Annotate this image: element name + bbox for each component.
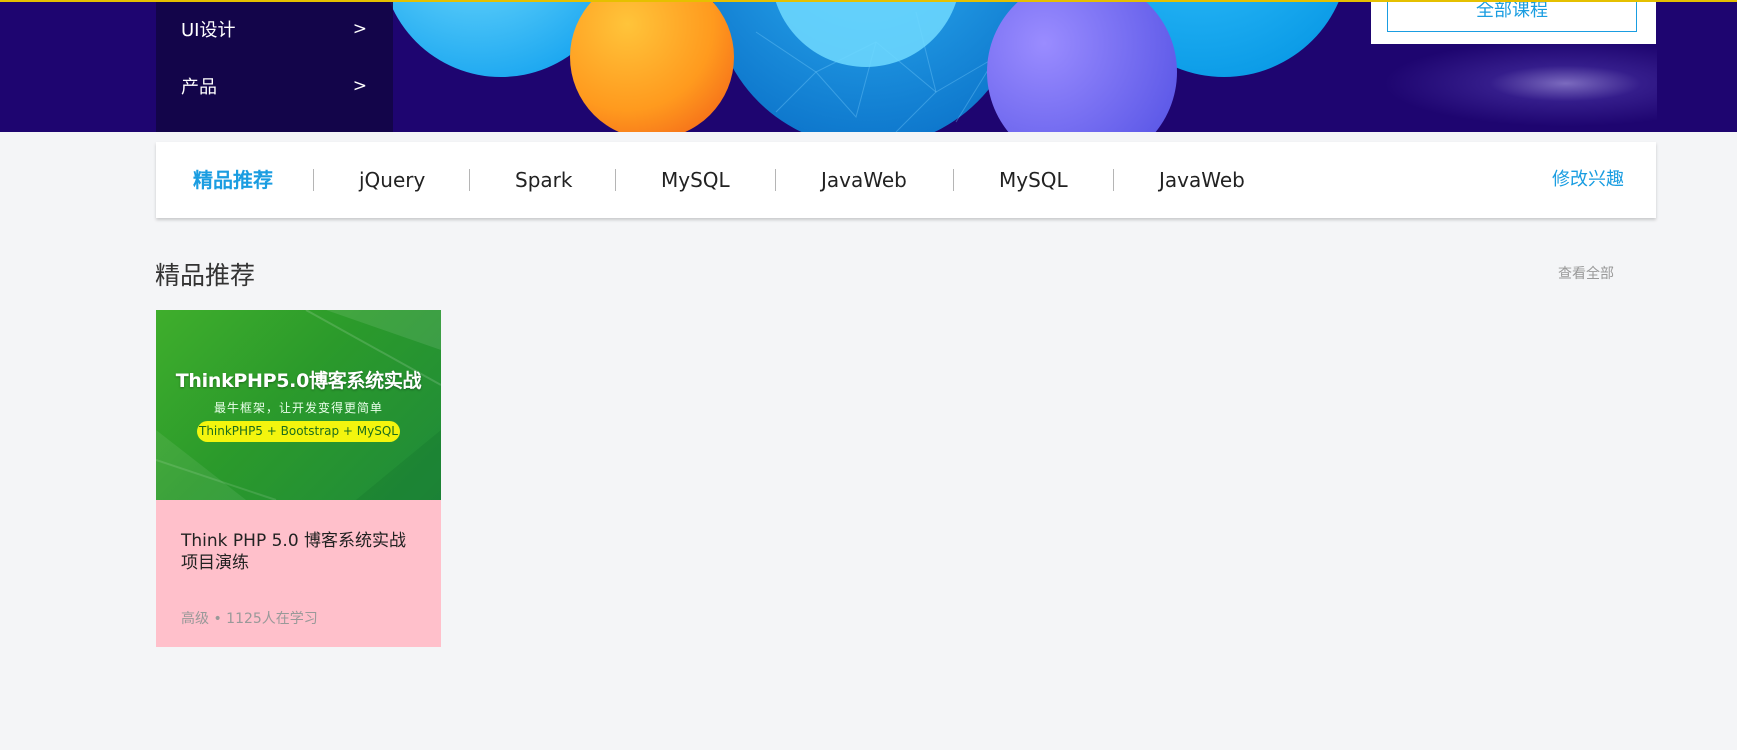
category-label: 产品 bbox=[181, 77, 217, 98]
course-cover-image: ThinkPHP5.0博客系统实战 最牛框架，让开发变得更简单 ThinkPHP… bbox=[156, 310, 441, 500]
interest-tab-jquery[interactable]: jQuery bbox=[359, 142, 425, 218]
view-all-link[interactable]: 查看全部 bbox=[1558, 263, 1614, 283]
cover-subtitle: 最牛框架，让开发变得更简单 bbox=[213, 401, 383, 415]
interest-tab-javaweb[interactable]: JavaWeb bbox=[821, 142, 907, 218]
interest-tab-mysql[interactable]: MySQL bbox=[661, 142, 730, 218]
all-courses-panel: 全部课程 bbox=[1371, 2, 1656, 44]
category-menu: UI设计 > 产品 > bbox=[156, 2, 393, 132]
nav-separator bbox=[775, 169, 776, 191]
interest-tab-mysql-2[interactable]: MySQL bbox=[999, 142, 1068, 218]
course-name: Think PHP 5.0 博客系统实战项目演练 bbox=[181, 531, 407, 573]
category-label: UI设计 bbox=[181, 20, 236, 41]
edit-interests-link[interactable]: 修改兴趣 bbox=[1552, 142, 1624, 218]
chevron-right-icon: > bbox=[352, 76, 367, 96]
section-title: 精品推荐 bbox=[155, 261, 256, 290]
interest-tab-javaweb-2[interactable]: JavaWeb bbox=[1159, 142, 1245, 218]
nav-separator bbox=[469, 169, 470, 191]
interest-nav-bar: 精品推荐 jQuery Spark MySQL JavaWeb MySQL Ja… bbox=[156, 142, 1656, 218]
nav-separator bbox=[1113, 169, 1114, 191]
interest-tab-spark[interactable]: Spark bbox=[515, 142, 572, 218]
course-meta: 高级 • 1125人在学习 bbox=[181, 611, 318, 627]
category-item-product[interactable]: 产品 > bbox=[156, 66, 393, 106]
category-item-ui-design[interactable]: UI设计 > bbox=[156, 9, 393, 49]
interest-tab-featured[interactable]: 精品推荐 bbox=[193, 142, 273, 218]
course-card[interactable]: ThinkPHP5.0博客系统实战 最牛框架，让开发变得更简单 ThinkPHP… bbox=[156, 310, 441, 647]
banner-glow bbox=[1352, 42, 1657, 132]
chevron-right-icon: > bbox=[352, 19, 367, 39]
all-courses-button[interactable]: 全部课程 bbox=[1387, 2, 1637, 32]
cover-title: ThinkPHP5.0博客系统实战 bbox=[175, 370, 422, 392]
cover-tech-tags: ThinkPHP5 + Bootstrap + MySQL bbox=[197, 421, 400, 442]
nav-separator bbox=[615, 169, 616, 191]
nav-separator bbox=[953, 169, 954, 191]
nav-separator bbox=[313, 169, 314, 191]
top-accent-line bbox=[0, 0, 1737, 2]
